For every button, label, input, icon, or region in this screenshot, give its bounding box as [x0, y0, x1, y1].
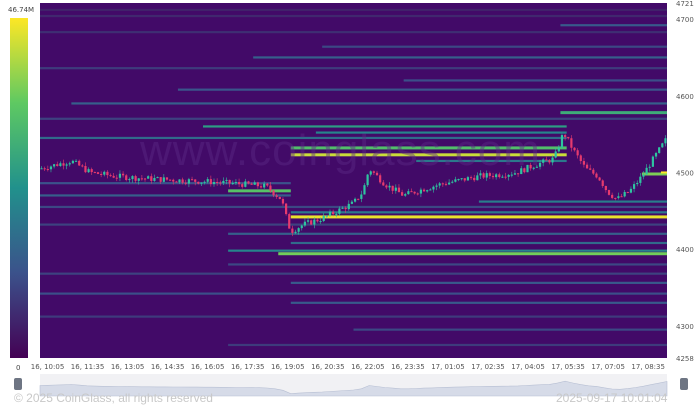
y-tick-label: 4300 — [676, 323, 694, 331]
candle — [284, 203, 288, 216]
liquidation-level-22 — [478, 200, 667, 203]
liquidation-level-28 — [290, 241, 667, 245]
x-tick-label: 16, 20:35 — [311, 363, 345, 371]
liquidation-level-1 — [40, 14, 667, 18]
liquidation-level-34 — [40, 292, 667, 295]
candle — [278, 196, 281, 200]
candle — [661, 142, 664, 148]
x-axis: 16, 10:05 16, 11:35 16, 13:05 16, 14:35 16, … — [31, 363, 665, 371]
current-price-marker — [661, 171, 667, 174]
x-tick-label: 16, 17:35 — [231, 363, 265, 371]
colorbar-max-label: 46.74M — [8, 6, 34, 14]
liquidation-level-3 — [40, 31, 667, 34]
watermark: www.coinglass.com — [139, 126, 541, 175]
candle — [366, 173, 369, 188]
y-tick-label: 4700 — [676, 16, 694, 24]
colorbar — [10, 18, 28, 358]
x-tick-label: 16, 22:05 — [351, 363, 385, 371]
y-tick-label: 4600 — [676, 93, 694, 101]
liquidation-heatmap-chart: 46.74M 0 www.coinglass.com 4721470046004… — [8, 0, 694, 405]
liquidation-level-21 — [40, 194, 291, 197]
liquidation-level-10 — [560, 111, 667, 115]
liquidation-level-38 — [228, 343, 667, 347]
liquidation-level-23 — [40, 205, 667, 209]
liquidation-level-27 — [228, 232, 667, 235]
liquidation-level-26 — [40, 223, 667, 226]
navigator-right-handle[interactable] — [680, 378, 688, 390]
x-tick-label: 16, 19:05 — [271, 363, 305, 371]
liquidation-level-30 — [278, 252, 667, 256]
x-tick-label: 16, 16:05 — [191, 363, 225, 371]
candle — [658, 146, 661, 154]
liquidation-level-37 — [353, 328, 667, 331]
timestamp-text: 2025-09-17 10:01:04 — [556, 391, 668, 405]
liquidation-level-36 — [40, 315, 667, 318]
colorbar-min-label: 0 — [16, 364, 20, 372]
liquidation-level-24 — [290, 211, 667, 214]
liquidation-level-0 — [40, 8, 667, 12]
x-tick-label: 17, 07:05 — [591, 363, 625, 371]
liquidation-level-9 — [71, 102, 668, 105]
x-tick-label: 16, 14:35 — [151, 363, 185, 371]
x-tick-label: 17, 04:05 — [511, 363, 545, 371]
liquidation-level-2 — [560, 24, 667, 27]
y-tick-label: 4400 — [676, 246, 694, 254]
liquidation-level-7 — [403, 79, 667, 82]
liquidation-level-6 — [40, 67, 667, 70]
candle — [310, 219, 313, 226]
liquidation-level-32 — [40, 272, 667, 275]
x-tick-label: 16, 13:05 — [111, 363, 145, 371]
x-tick-label: 17, 08:35 — [631, 363, 665, 371]
y-tick-label: 4721 — [676, 0, 694, 8]
liquidation-level-31 — [228, 263, 667, 266]
liquidation-level-35 — [290, 301, 667, 304]
candle — [560, 133, 564, 150]
y-tick-label: 4500 — [676, 169, 694, 177]
x-tick-label: 16, 10:05 — [31, 363, 65, 371]
liquidation-level-11 — [40, 117, 667, 120]
liquidation-level-25 — [290, 215, 667, 219]
liquidation-level-33 — [290, 281, 667, 284]
liquidation-level-4 — [322, 45, 667, 48]
navigator-left-handle[interactable] — [14, 378, 22, 390]
liquidation-level-29 — [228, 249, 667, 252]
x-tick-label: 16, 11:35 — [71, 363, 105, 371]
candle — [288, 212, 291, 229]
x-tick-label: 17, 01:05 — [431, 363, 465, 371]
liquidation-level-8 — [177, 88, 667, 91]
candle — [607, 189, 611, 196]
copyright-text: © 2025 CoinGlass, all rights reserved — [14, 391, 213, 405]
x-tick-label: 16, 23:35 — [391, 363, 425, 371]
liquidation-level-5 — [253, 56, 667, 59]
y-axis: 4721 4700 4600 4500 4400 4300 4258 — [676, 0, 694, 363]
liquidation-level-19 — [40, 182, 291, 185]
x-tick-label: 17, 05:35 — [551, 363, 585, 371]
candle — [651, 155, 654, 168]
liquidation-level-20 — [228, 189, 291, 193]
plot-area — [40, 3, 667, 358]
y-tick-label: 4258 — [676, 355, 694, 363]
x-tick-label: 17, 02:35 — [471, 363, 505, 371]
